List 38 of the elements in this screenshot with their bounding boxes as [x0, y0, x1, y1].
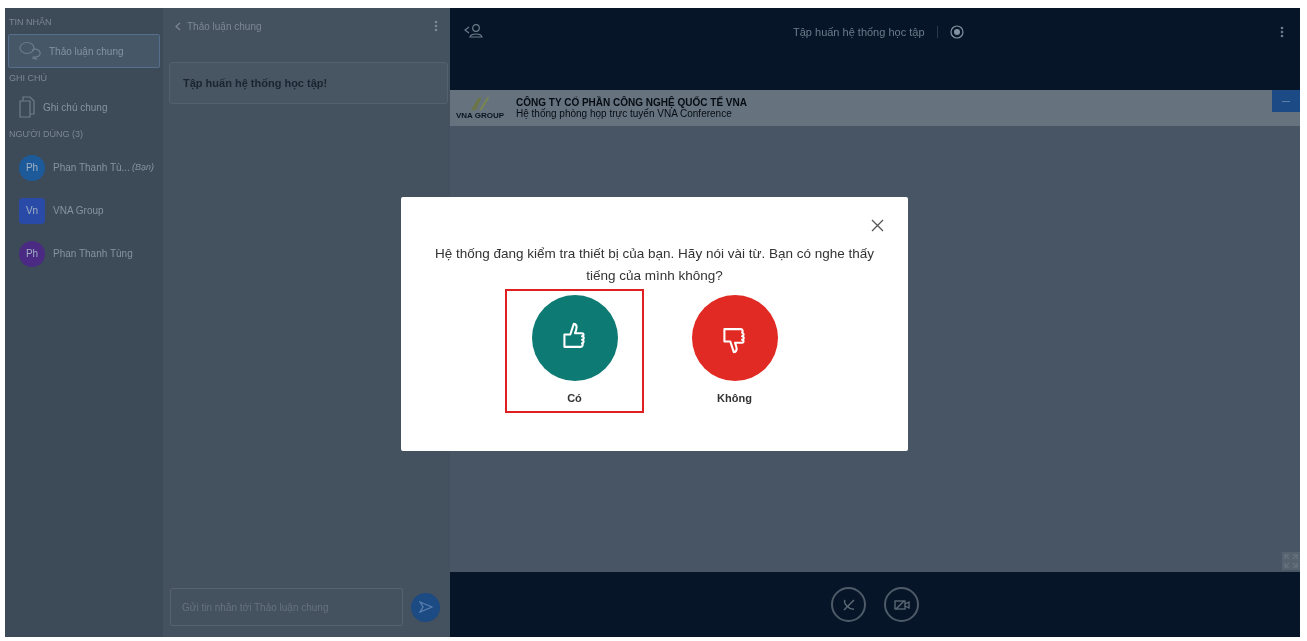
phone-off-icon — [841, 597, 856, 612]
send-button[interactable] — [411, 592, 440, 622]
meeting-title: Tập huấn hệ thống học tập — [793, 25, 925, 40]
banner-subtitle: Hệ thống phòng họp trực tuyến VNA Conference — [516, 108, 733, 119]
sidebar-item[interactable]: Ph Phan Thanh Tùng — [8, 232, 160, 275]
fullscreen-icon[interactable] — [1282, 552, 1300, 570]
close-icon[interactable] — [871, 219, 884, 232]
sidebar-item[interactable]: Thảo luận chung — [8, 34, 160, 68]
company-name: CÔNG TY CỔ PHẦN CÔNG NGHỆ QUỐC TẾ VNA — [516, 97, 747, 108]
avatar: Ph — [19, 240, 45, 267]
more-icon[interactable] — [1280, 26, 1284, 38]
logo-caption: VNA GROUP — [455, 111, 505, 120]
chat-bubbles-icon — [19, 41, 41, 61]
mute-button[interactable] — [831, 587, 866, 622]
send-icon — [418, 601, 433, 613]
document-icon — [19, 96, 35, 118]
sidebar-item[interactable]: Ph Phan Thanh Tù... (Bạn) — [8, 146, 160, 189]
camera-button[interactable] — [884, 587, 919, 622]
more-icon[interactable] — [434, 20, 438, 32]
item-label: Thảo luận chung — [49, 44, 124, 59]
user-list-icon[interactable] — [464, 24, 484, 38]
yes-button[interactable]: Có — [505, 289, 644, 413]
record-icon[interactable] — [949, 25, 964, 40]
avatar: Vn — [19, 197, 45, 224]
no-button[interactable]: Không — [665, 289, 804, 413]
item-label: VNA Group — [53, 204, 104, 218]
avatar: Ph — [19, 154, 45, 181]
item-label: Ghi chú chung — [43, 100, 108, 115]
sidebar-item[interactable]: Ghi chú chung — [8, 90, 160, 124]
camera-off-icon — [893, 598, 910, 611]
sidebar-item[interactable]: Vn VNA Group — [8, 189, 160, 232]
dialog-message: Hệ thống đang kiểm tra thiết bị của bạn. Hãy nói vài từ. Bạn có nghe thấy tiếng của mình không? — [433, 245, 876, 285]
back-icon[interactable] — [175, 21, 181, 31]
item-label: Phan Thanh Tù... — [53, 161, 130, 175]
item-label: Phan Thanh Tùng — [53, 247, 133, 261]
section-heading: TIN NHẮN — [8, 16, 53, 30]
you-label: (Bạn) — [131, 160, 154, 174]
logo-icon — [469, 96, 491, 111]
